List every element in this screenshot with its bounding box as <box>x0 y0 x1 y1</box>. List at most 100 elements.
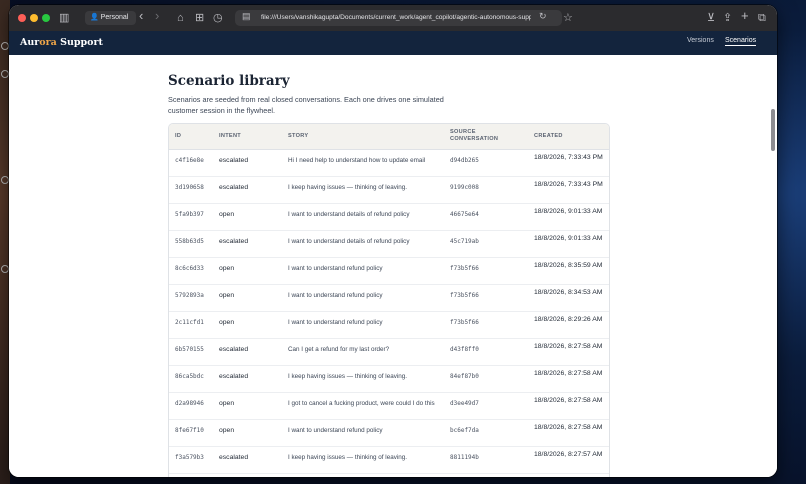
source-conversation-id: f73b5f66 <box>450 292 479 299</box>
address-bar[interactable]: ▤ file:///Users/vanshikagupta/Documents/… <box>235 10 562 26</box>
browser-toolbar: ▥ 👤 Personal ⌄ ‹ › ⌂ ⊞ ◷ ▤ file:///Users… <box>9 5 777 35</box>
table-row[interactable]: d2a98946 open I got to cancel a fucking pr… <box>169 392 609 420</box>
created-timestamp: 18/8/2026, 8:35:59 AM <box>534 262 603 269</box>
scenario-id: 5792893a <box>175 292 204 299</box>
source-conversation-id: d43f8ff0 <box>450 346 479 353</box>
table-row[interactable]: c4f16e8e escalated Hi I need help to under… <box>169 149 609 177</box>
share-icon[interactable]: ⇪ <box>723 11 732 25</box>
source-conversation-id: 9199c008 <box>450 184 479 191</box>
download-icon[interactable]: ⊻ <box>707 11 715 25</box>
scenario-id: 3d190658 <box>175 184 204 191</box>
chevron-left-icon[interactable]: ‹ <box>139 9 143 23</box>
scenario-intent: escalated <box>219 157 249 164</box>
scenario-id: 5fa9b397 <box>175 211 204 218</box>
desktop-icon <box>1 70 9 78</box>
table-row[interactable]: 5fa9b397 open I want to understand details… <box>169 203 609 231</box>
grid-icon[interactable]: ⊞ <box>195 11 204 25</box>
scenario-intent: open <box>219 292 235 299</box>
scenario-intent: open <box>219 319 235 326</box>
brand-logo[interactable]: Aurora Support <box>20 37 103 48</box>
table-row[interactable]: 2c11cfd1 open I want to understand refund … <box>169 311 609 339</box>
source-conversation-id: 8811194b <box>450 454 479 461</box>
column-header-source: SOURCE CONVERSATION <box>450 129 499 142</box>
desktop-icon <box>1 265 9 273</box>
source-conversation-id: d3ee49d7 <box>450 400 479 407</box>
person-icon: 👤 <box>90 14 99 21</box>
source-conversation-id: f73b5f66 <box>450 319 479 326</box>
star-icon[interactable]: ☆ <box>563 11 573 25</box>
source-conversation-id: d94db265 <box>450 157 479 164</box>
sidebar-icon[interactable]: ▥ <box>59 11 69 25</box>
scenario-intent: escalated <box>219 373 249 380</box>
scenario-intent: escalated <box>219 238 249 245</box>
created-timestamp: 18/8/2026, 8:34:53 AM <box>534 289 603 296</box>
scenario-story: I want to understand refund policy <box>288 265 383 272</box>
scenario-story: I keep having issues — thinking of leavi… <box>288 184 408 191</box>
table-row[interactable]: 558b63d5 escalated I want to understand de… <box>169 230 609 258</box>
source-conversation-id: bc6ef7da <box>450 427 479 434</box>
table-header: ID INTENT STORY SOURCE CONVERSATION CREAT… <box>169 124 609 150</box>
table-row[interactable]: 86ca5bdc escalated I keep having issues — … <box>169 365 609 393</box>
nav-versions[interactable]: Versions <box>687 37 714 44</box>
scenario-id: 6b570155 <box>175 346 204 353</box>
created-timestamp: 18/8/2026, 8:27:58 AM <box>534 370 603 377</box>
table-row[interactable]: 8fe67f10 open I want to understand refund … <box>169 419 609 447</box>
created-timestamp: 18/8/2026, 9:01:33 AM <box>534 235 603 242</box>
created-timestamp: 18/8/2026, 8:27:58 AM <box>534 397 603 404</box>
column-header-id: ID <box>175 133 182 139</box>
table-row[interactable]: 6b570155 escalated Can I get a refund for … <box>169 338 609 366</box>
scenario-id: c4f16e8e <box>175 157 204 164</box>
table-row[interactable]: f3a579b3 escalated I keep having issues — … <box>169 446 609 474</box>
column-header-intent: INTENT <box>219 133 241 139</box>
window-minimize-button[interactable] <box>30 14 38 22</box>
scenario-id: d2a98946 <box>175 400 204 407</box>
scenario-id: 558b63d5 <box>175 238 204 245</box>
chevron-right-icon[interactable]: › <box>155 9 159 23</box>
created-timestamp: 18/8/2026, 8:27:57 AM <box>534 451 603 458</box>
scenario-id: 2c11cfd1 <box>175 319 204 326</box>
scenario-intent: escalated <box>219 454 249 461</box>
desktop-icon <box>1 42 9 50</box>
home-icon[interactable]: ⌂ <box>177 11 184 25</box>
reader-icon[interactable]: ▤ <box>242 11 251 22</box>
scenario-id: 86ca5bdc <box>175 373 204 380</box>
scenario-story: I want to understand details of refund p… <box>288 238 410 245</box>
scenario-story: I want to understand refund policy <box>288 319 383 326</box>
clock-icon[interactable]: ◷ <box>213 11 223 25</box>
window-zoom-button[interactable] <box>42 14 50 22</box>
source-conversation-id: f73b5f66 <box>450 265 479 272</box>
scenario-intent: open <box>219 211 235 218</box>
source-conversation-id: 45c719ab <box>450 238 479 245</box>
tabs-icon[interactable]: ⧉ <box>758 11 766 25</box>
app-header: Aurora Support Versions Scenarios <box>9 31 777 55</box>
scenario-intent: open <box>219 427 235 434</box>
created-timestamp: 18/8/2026, 7:33:43 PM <box>534 154 603 161</box>
scenario-story: I want to understand details of refund p… <box>288 211 410 218</box>
scenario-table: ID INTENT STORY SOURCE CONVERSATION CREAT… <box>168 123 610 477</box>
profile-selector[interactable]: 👤 Personal ⌄ <box>85 11 136 35</box>
plus-icon[interactable]: + <box>741 9 749 23</box>
window-close-button[interactable] <box>18 14 26 22</box>
nav-scenarios[interactable]: Scenarios <box>725 37 757 46</box>
source-conversation-id: 46675e64 <box>450 211 479 218</box>
address-url[interactable]: file:///Users/vanshikagupta/Documents/cu… <box>261 10 531 26</box>
column-header-story: STORY <box>288 133 309 139</box>
page-scrollbar[interactable] <box>771 109 775 151</box>
table-row[interactable]: 98e87e1cescalatedI needed issued policy … <box>169 473 609 477</box>
reload-icon[interactable]: ↻ <box>539 11 547 22</box>
scenario-story: I got to cancel a fucking product, were … <box>288 400 435 407</box>
table-row[interactable]: 8c6c6d33 open I want to understand refund … <box>169 257 609 285</box>
created-timestamp: 18/8/2026, 8:27:58 AM <box>534 424 603 431</box>
table-row[interactable]: 5792893a open I want to understand refund … <box>169 284 609 312</box>
scenario-intent: escalated <box>219 184 249 191</box>
scenario-intent: open <box>219 400 235 407</box>
desktop-icon <box>1 176 9 184</box>
scenario-id: 8c6c6d33 <box>175 265 204 272</box>
browser-window: ▥ 👤 Personal ⌄ ‹ › ⌂ ⊞ ◷ ▤ file:///Users… <box>9 5 777 477</box>
scenario-intent: escalated <box>219 346 249 353</box>
created-timestamp: 18/8/2026, 8:29:26 AM <box>534 316 603 323</box>
created-timestamp: 18/8/2026, 7:33:43 PM <box>534 181 603 188</box>
table-row[interactable]: 3d190658 escalated I keep having issues — … <box>169 176 609 204</box>
scenario-story: Can I get a refund for my last order? <box>288 346 390 353</box>
scenario-story: I keep having issues — thinking of leavi… <box>288 373 408 380</box>
